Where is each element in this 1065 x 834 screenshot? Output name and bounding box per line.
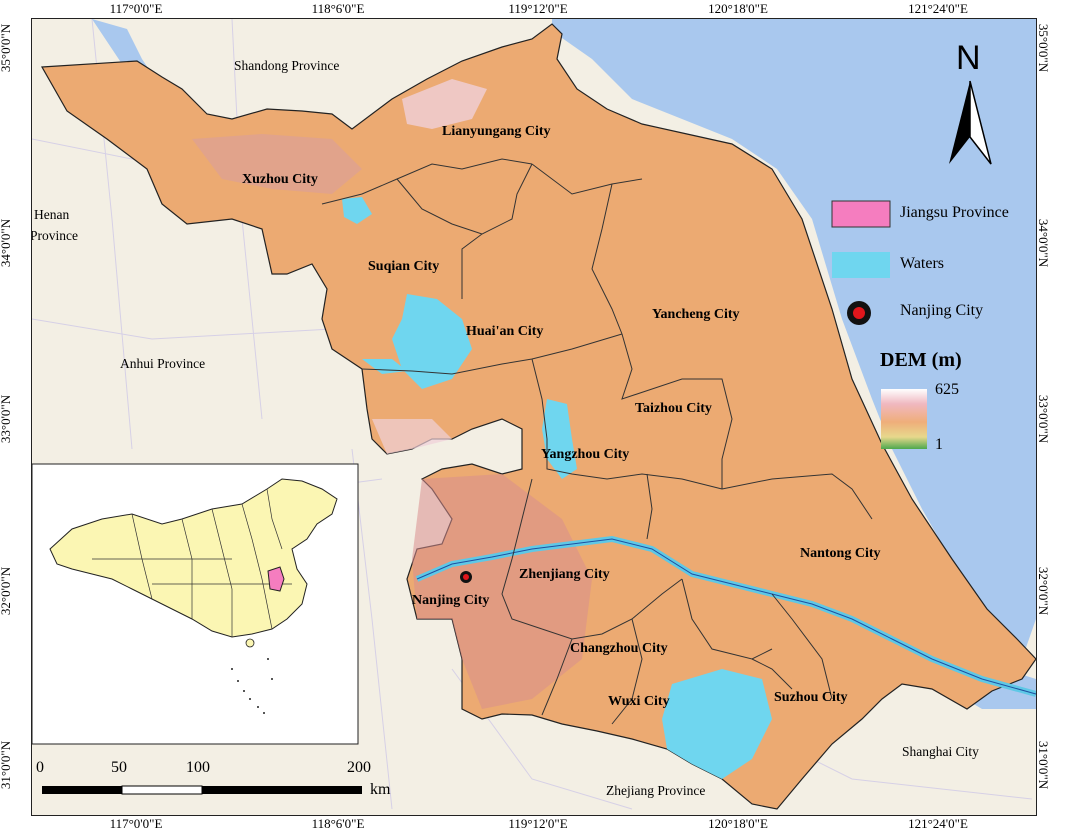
- scale-seg-2: [121, 785, 203, 795]
- label-xuzhou: Xuzhou City: [242, 172, 318, 187]
- coord-bot-4: 120°18'0"E: [708, 816, 768, 831]
- label-huaian: Huai'an City: [466, 324, 544, 339]
- coord-top-4: 120°18'0"E: [708, 1, 768, 16]
- legend-waters-label: Waters: [900, 255, 945, 272]
- nanjing-marker-inner: [463, 574, 469, 580]
- coord-top-3: 119°12'0"E: [508, 1, 568, 16]
- label-henan-2: Province: [31, 228, 78, 243]
- scale-tick-0: 0: [36, 759, 44, 776]
- label-yangzhou: Yangzhou City: [541, 447, 630, 462]
- scale-unit: km: [370, 781, 391, 798]
- label-zhejiang: Zhejiang Province: [606, 783, 706, 798]
- coord-bot-1: 117°0'0"E: [109, 816, 163, 831]
- label-wuxi: Wuxi City: [608, 694, 670, 709]
- legend-waters-swatch: [832, 252, 890, 278]
- coord-left-5: 31°0'0"N: [0, 740, 14, 790]
- coord-bot-3: 119°12'0"E: [508, 816, 568, 831]
- label-suzhou: Suzhou City: [774, 690, 848, 705]
- scale-tick-50: 50: [111, 759, 127, 776]
- label-zhenjiang: Zhenjiang City: [519, 567, 610, 582]
- coord-left-2: 34°0'0"N: [0, 218, 14, 268]
- label-henan-1: Henan: [34, 207, 70, 222]
- scale-seg-1: [42, 786, 122, 794]
- dem-max: 625: [935, 381, 959, 398]
- coord-top-5: 121°24'0"E: [908, 1, 968, 16]
- label-nantong: Nantong City: [800, 546, 881, 561]
- legend-jiangsu-label: Jiangsu Province: [900, 204, 1009, 221]
- scale-tick-200: 200: [347, 759, 371, 776]
- label-lianyungang: Lianyungang City: [442, 124, 551, 139]
- dem-title: DEM (m): [880, 349, 962, 371]
- legend-nanjing-label: Nanjing City: [900, 302, 984, 319]
- dem-color-ramp: [881, 389, 927, 449]
- label-taizhou: Taizhou City: [635, 401, 712, 416]
- scale-tick-100: 100: [186, 759, 210, 776]
- scale-seg-3: [202, 786, 362, 794]
- coord-top-2: 118°6'0"E: [311, 1, 365, 16]
- coord-right-1: 35°0'0"N: [1036, 23, 1052, 73]
- coord-bot-5: 121°24'0"E: [908, 816, 968, 831]
- label-suqian: Suqian City: [368, 259, 440, 274]
- coord-top-1: 117°0'0"E: [109, 1, 163, 16]
- label-yancheng: Yancheng City: [652, 307, 740, 322]
- label-anhui: Anhui Province: [120, 356, 206, 371]
- inset-hainan: [245, 638, 255, 648]
- inset-jiangsu: [267, 566, 285, 592]
- coord-left-1: 35°0'0"N: [0, 23, 14, 73]
- north-label: N: [956, 39, 981, 77]
- coord-right-4: 32°0'0"N: [1036, 566, 1052, 616]
- label-shandong: Shandong Province: [234, 58, 340, 73]
- label-nanjing: Nanjing City: [412, 593, 490, 608]
- coord-right-3: 33°0'0"N: [1036, 394, 1052, 444]
- legend-jiangsu-swatch: [831, 200, 891, 228]
- map-frame: Xuzhou City Lianyungang City Suqian City…: [31, 18, 1037, 816]
- dem-min: 1: [935, 436, 943, 453]
- coord-right-2: 34°0'0"N: [1036, 218, 1052, 268]
- coord-left-4: 32°0'0"N: [0, 566, 14, 616]
- label-shanghai: Shanghai City: [902, 744, 979, 759]
- coord-left-3: 33°0'0"N: [0, 394, 14, 444]
- coord-right-5: 31°0'0"N: [1036, 740, 1052, 790]
- label-changzhou: Changzhou City: [570, 641, 668, 656]
- coord-bot-2: 118°6'0"E: [311, 816, 365, 831]
